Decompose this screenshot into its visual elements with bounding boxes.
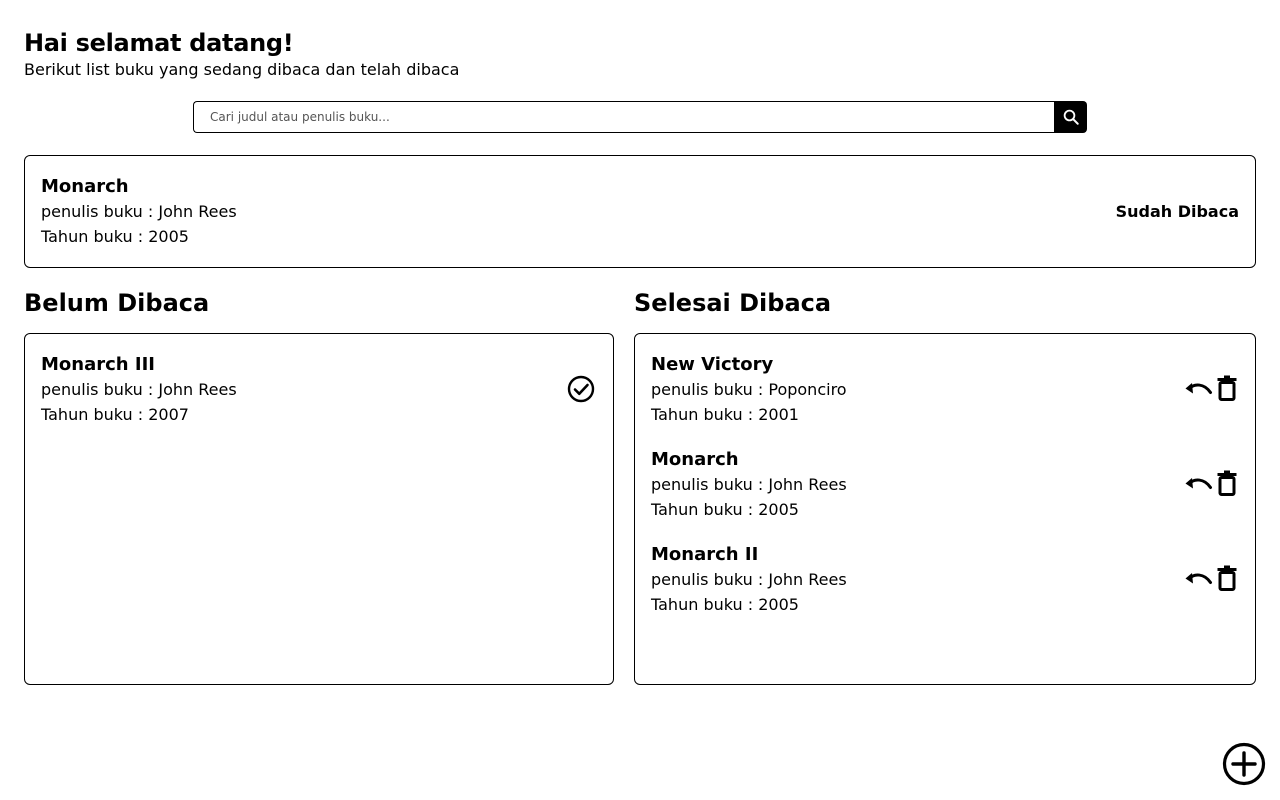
search-input[interactable]	[193, 101, 1054, 133]
read-status-label: Sudah Dibaca	[1115, 202, 1239, 221]
list-item: Monarch penulis buku : John Rees Tahun b…	[651, 448, 1239, 543]
delete-button[interactable]	[1215, 565, 1239, 591]
add-circle-icon	[1222, 742, 1266, 786]
book-author: penulis buku : Poponciro	[651, 380, 847, 399]
page-header: Hai selamat datang! Berikut list buku ya…	[24, 28, 459, 81]
book-author: penulis buku : John Rees	[41, 202, 237, 221]
featured-book-card: Monarch penulis buku : John Rees Tahun b…	[24, 155, 1256, 268]
book-title: Monarch II	[651, 544, 759, 565]
book-author: penulis buku : John Rees	[41, 380, 237, 399]
done-book-list: New Victory penulis buku : Poponciro Tah…	[634, 333, 1256, 685]
delete-button[interactable]	[1215, 375, 1239, 401]
page-title: Hai selamat datang!	[24, 29, 294, 57]
search-icon	[1063, 109, 1079, 125]
mark-as-read-button[interactable]	[567, 375, 595, 403]
done-section-title: Selesai Dibaca	[634, 289, 832, 317]
undo-icon	[1185, 478, 1212, 489]
list-item: Monarch II penulis buku : John Rees Tahu…	[651, 543, 1239, 638]
undo-icon	[1185, 383, 1212, 394]
unread-book-list: Monarch III penulis buku : John Rees Tah…	[24, 333, 614, 685]
trash-icon	[1217, 470, 1237, 496]
book-title: New Victory	[651, 354, 774, 375]
undo-button[interactable]	[1183, 471, 1213, 495]
book-title: Monarch III	[41, 354, 155, 375]
undo-button[interactable]	[1183, 566, 1213, 590]
book-author: penulis buku : John Rees	[651, 475, 847, 494]
search-bar	[193, 101, 1087, 133]
check-circle-icon	[567, 375, 595, 403]
undo-icon	[1185, 573, 1212, 584]
book-year: Tahun buku : 2001	[651, 405, 799, 424]
trash-icon	[1217, 375, 1237, 401]
book-year: Tahun buku : 2005	[651, 500, 799, 519]
book-year: Tahun buku : 2005	[41, 227, 189, 246]
book-year: Tahun buku : 2005	[651, 595, 799, 614]
book-author: penulis buku : John Rees	[651, 570, 847, 589]
add-book-button[interactable]	[1222, 742, 1266, 786]
delete-button[interactable]	[1215, 470, 1239, 496]
book-year: Tahun buku : 2007	[41, 405, 189, 424]
page-subtitle: Berikut list buku yang sedang dibaca dan…	[24, 60, 460, 79]
undo-button[interactable]	[1183, 376, 1213, 400]
unread-section-title: Belum Dibaca	[24, 289, 210, 317]
search-button[interactable]	[1054, 101, 1087, 133]
list-item: New Victory penulis buku : Poponciro Tah…	[651, 353, 1239, 448]
trash-icon	[1217, 565, 1237, 591]
list-item: Monarch III penulis buku : John Rees Tah…	[41, 353, 597, 448]
book-title: Monarch	[651, 449, 739, 470]
book-title: Monarch	[41, 176, 129, 197]
